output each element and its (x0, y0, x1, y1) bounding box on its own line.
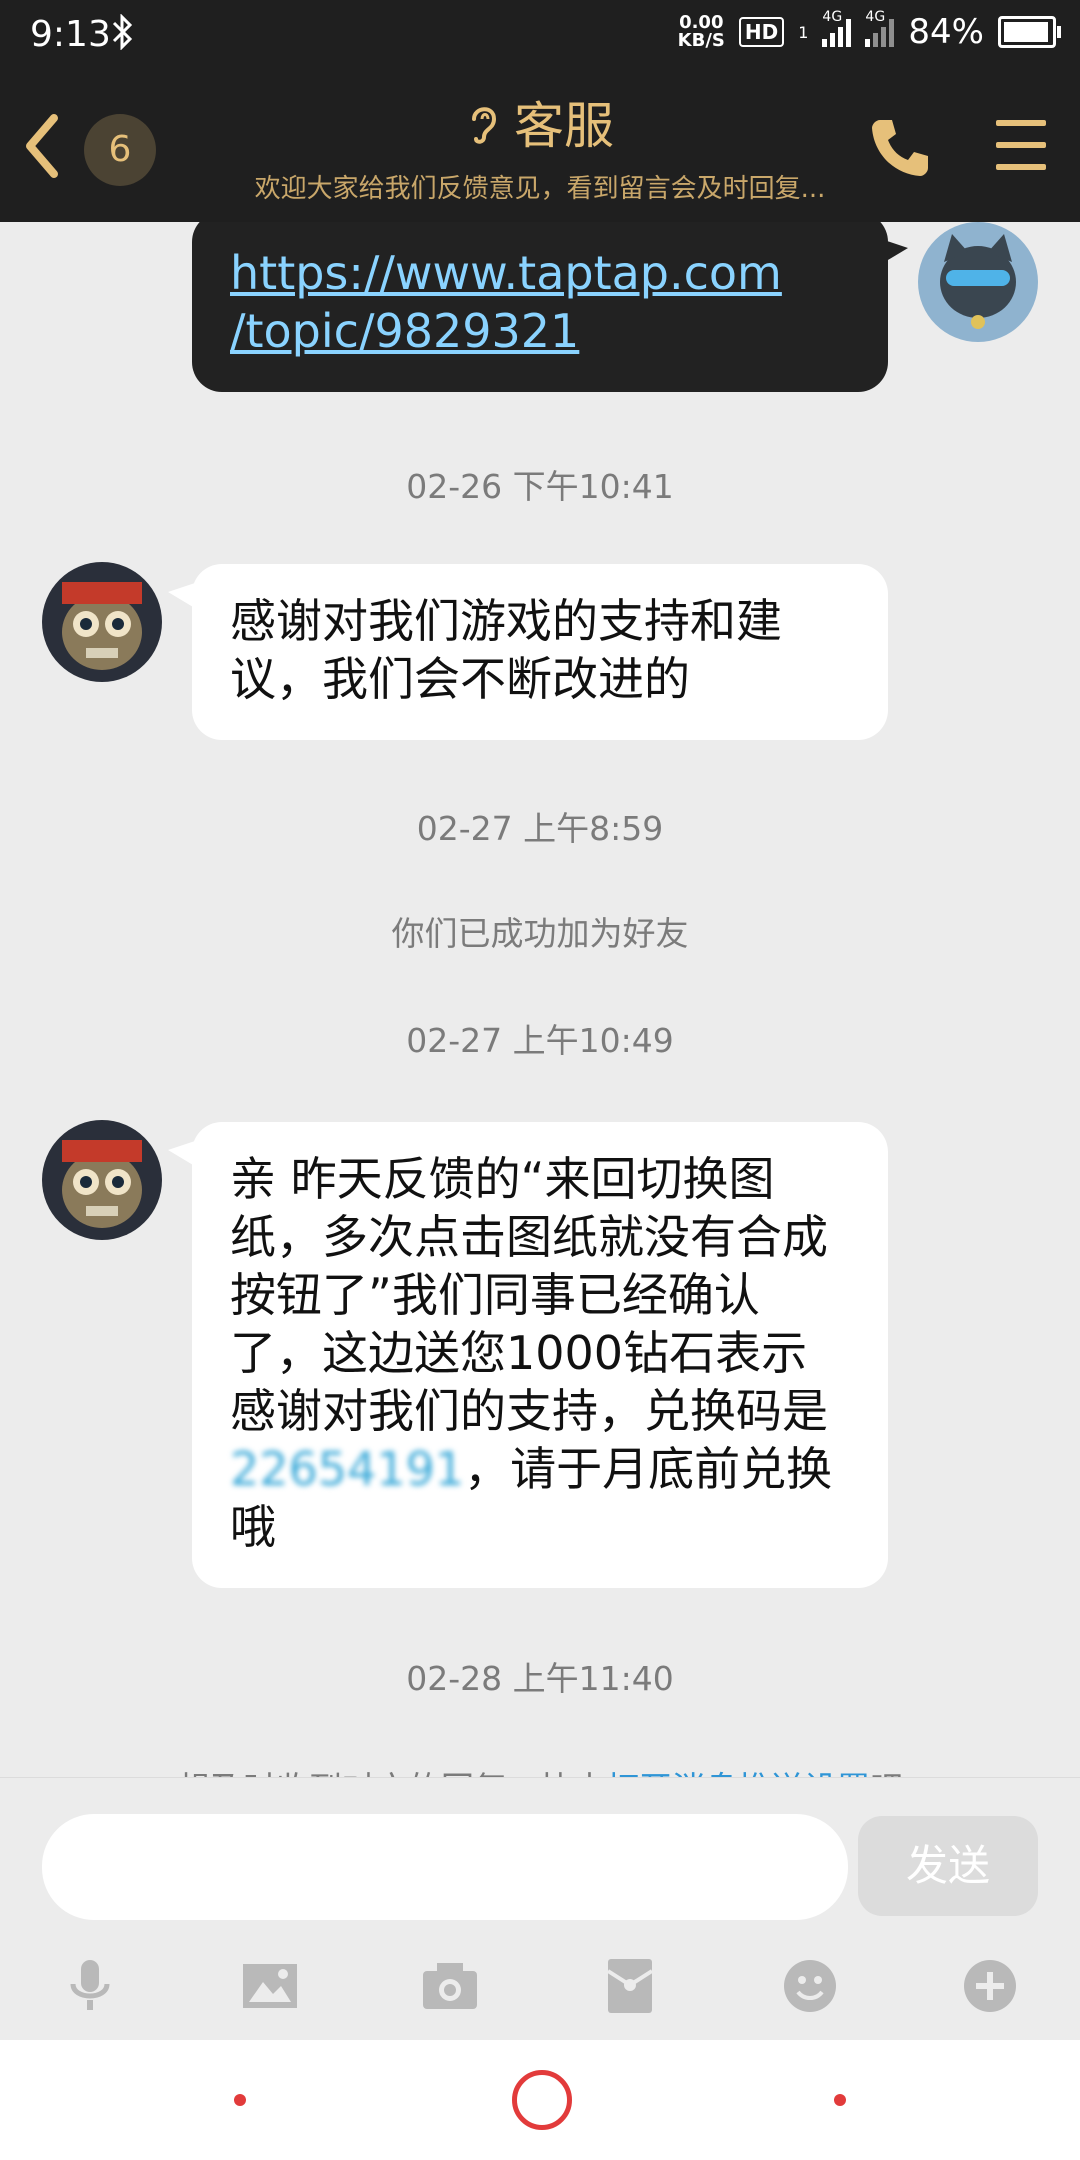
chat-title-area: 客服 欢迎大家给我们反馈意见，看到留言会及时回复... (200, 96, 880, 205)
sim-slot: 1 (798, 22, 809, 42)
hd-badge: HD (738, 17, 785, 47)
microphone-icon[interactable] (50, 1946, 130, 2026)
push-settings-link[interactable]: 打开消息推送设置 (606, 1769, 870, 1777)
bluetooth-icon (110, 13, 134, 59)
battery-icon (998, 16, 1061, 48)
timestamp: 02-27 上午8:59 (416, 809, 664, 848)
battery-percent: 84% (908, 12, 984, 52)
bubble-tail (878, 238, 908, 266)
red-packet-icon[interactable] (590, 1946, 670, 2026)
system-message: 你们已成功加为好友 (391, 914, 689, 953)
redeem-code[interactable]: 22654191 (230, 1442, 464, 1496)
agent-avatar[interactable] (42, 562, 162, 682)
plus-icon[interactable] (950, 1946, 1030, 2026)
nav-menu-button[interactable] (234, 2094, 246, 2106)
nav-back-button[interactable] (834, 2094, 846, 2106)
emoji-icon[interactable] (770, 1946, 850, 2026)
chat-area[interactable]: https://www.taptap.com /topic/9829321 02… (0, 222, 1080, 1777)
ear-icon (466, 100, 500, 160)
page-title: 客服 (200, 96, 880, 160)
incoming-message[interactable]: 感谢对我们游戏的支持和建议，我们会不断改进的 (192, 564, 888, 740)
push-hint: 想及时收到对方的回复，快去打开消息推送设置吧 (0, 1762, 1080, 1777)
incoming-message[interactable]: 亲 昨天反馈的“来回切换图纸，多次点击图纸就没有合成按钮了”我们同事已经确认了，… (192, 1122, 888, 1588)
timestamp: 02-26 下午10:41 (406, 467, 674, 506)
chat-header: 6 客服 欢迎大家给我们反馈意见，看到留言会及时回复... (0, 76, 1080, 222)
phone-icon[interactable] (866, 112, 936, 186)
status-bar: 9:13 0.00 KB/S HD 1 4G 4G 84% (0, 0, 1080, 76)
title-text: 客服 (514, 97, 614, 155)
menu-icon[interactable] (996, 120, 1046, 186)
back-icon[interactable] (14, 106, 74, 186)
my-avatar[interactable] (918, 222, 1038, 342)
message-text-part1: 亲 昨天反馈的“来回切换图纸，多次点击图纸就没有合成按钮了”我们同事已经确认了，… (230, 1152, 828, 1438)
link-line1[interactable]: https://www.taptap.com (230, 246, 782, 300)
nav-home-button[interactable] (512, 2070, 572, 2130)
camera-icon[interactable] (410, 1946, 490, 2026)
link-line2[interactable]: /topic/9829321 (230, 304, 579, 358)
signal-icon: 4G (822, 9, 852, 47)
status-time: 9:13 (30, 14, 111, 55)
composer-bar: 发送 (0, 1777, 1080, 2048)
composer-tools (0, 1946, 1080, 2026)
send-button[interactable]: 发送 (858, 1816, 1038, 1916)
system-navigation-bar (0, 2040, 1080, 2160)
timestamp: 02-27 上午10:49 (406, 1021, 674, 1060)
image-icon[interactable] (230, 1946, 310, 2026)
agent-avatar[interactable] (42, 1120, 162, 1240)
message-text: 感谢对我们游戏的支持和建议，我们会不断改进的 (230, 594, 782, 706)
unread-badge[interactable]: 6 (84, 114, 156, 186)
message-input[interactable] (42, 1814, 848, 1920)
signal-icon-2: 4G (865, 9, 895, 47)
network-speed: 0.00 KB/S (677, 12, 725, 51)
timestamp: 02-28 上午11:40 (406, 1659, 674, 1698)
chat-subtitle: 欢迎大家给我们反馈意见，看到留言会及时回复... (254, 173, 826, 204)
outgoing-message-link[interactable]: https://www.taptap.com /topic/9829321 (192, 222, 888, 392)
